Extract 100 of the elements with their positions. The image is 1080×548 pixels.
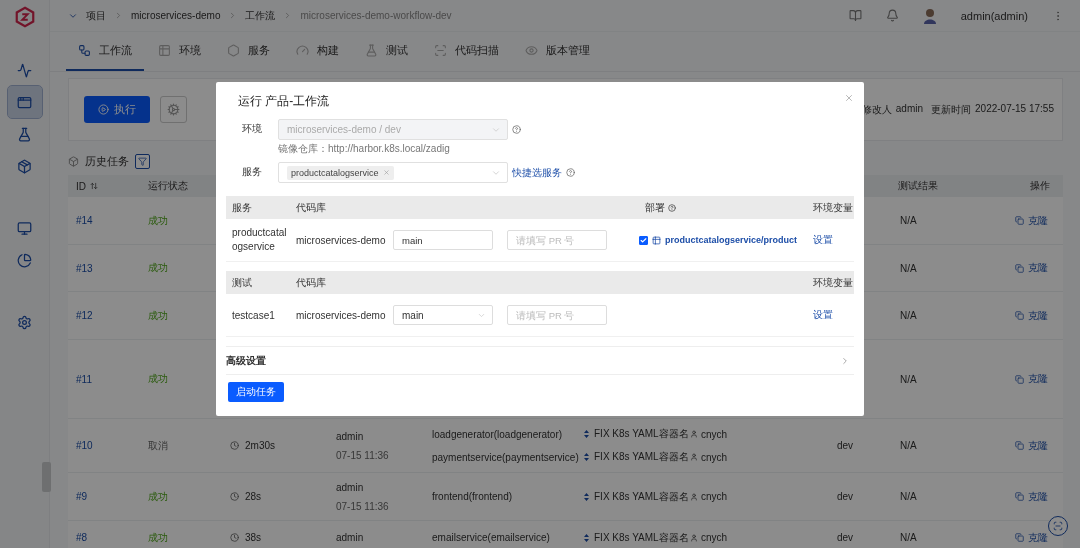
service-text: emailservice(emailservice) bbox=[432, 532, 551, 543]
repo-name: microservices-demo bbox=[295, 234, 387, 246]
user-icon bbox=[690, 453, 698, 461]
copy-icon bbox=[1015, 441, 1024, 450]
breadcrumb-item[interactable]: 工作流 bbox=[245, 8, 276, 23]
help-icon[interactable] bbox=[512, 125, 521, 134]
clone-link[interactable]: 克隆 bbox=[985, 213, 1063, 228]
task-id-link[interactable]: #11 bbox=[68, 373, 140, 385]
copy-icon bbox=[1015, 263, 1024, 273]
status-text: 成功 bbox=[147, 308, 169, 323]
nav-tab[interactable]: 测试 bbox=[353, 32, 420, 71]
created-time: 07-15 11:36 bbox=[336, 449, 390, 461]
help-icon[interactable] bbox=[668, 203, 676, 212]
copy-icon bbox=[1015, 374, 1024, 384]
service-text: loadgenerator(loadgenerator) bbox=[432, 428, 564, 440]
clock-icon bbox=[230, 441, 239, 450]
creator-text: admin bbox=[336, 481, 365, 493]
nav-tab[interactable]: 环境 bbox=[146, 32, 213, 71]
table-icon bbox=[652, 235, 661, 245]
breadcrumb-item: microservices-demo-workflow-dev bbox=[300, 10, 452, 21]
env-vars-link[interactable]: 设置 bbox=[813, 234, 833, 245]
quick-select-link[interactable]: 快捷选服务 bbox=[512, 165, 562, 180]
author-text: cnych bbox=[701, 491, 728, 502]
status-text: 成功 bbox=[147, 213, 169, 228]
task-id-link[interactable]: #8 bbox=[68, 532, 140, 543]
test-result-text: N/A bbox=[899, 215, 918, 226]
service-select[interactable]: productcatalogservice bbox=[278, 162, 508, 183]
test-result-text: N/A bbox=[899, 373, 918, 385]
task-id-link[interactable]: #13 bbox=[68, 262, 140, 274]
service-text: frontend(frontend) bbox=[432, 491, 514, 502]
logo-icon bbox=[13, 6, 36, 28]
deploy-target-link[interactable]: productcatalogservice/product bbox=[665, 235, 798, 245]
clone-link[interactable]: 克隆 bbox=[985, 261, 1063, 275]
book-icon[interactable] bbox=[848, 9, 862, 22]
gear-icon bbox=[17, 314, 32, 330]
breadcrumb-item[interactable]: 项目 bbox=[86, 8, 106, 23]
clone-link[interactable]: 克隆 bbox=[985, 489, 1063, 504]
history-title: 历史任务 bbox=[85, 154, 129, 169]
author-text: cnych bbox=[701, 451, 728, 463]
clone-link[interactable]: 克隆 bbox=[985, 438, 1063, 453]
commit-message: FIX K8s YAML容器名 bbox=[594, 427, 689, 441]
column-header: 测试 bbox=[231, 275, 253, 290]
clone-link[interactable]: 克隆 bbox=[985, 372, 1063, 386]
settings-icon bbox=[167, 103, 180, 116]
run-button[interactable]: 执行 bbox=[84, 96, 150, 123]
column-header[interactable]: ID bbox=[68, 180, 140, 192]
env-vars-link[interactable]: 设置 bbox=[813, 309, 833, 320]
test-result-text: N/A bbox=[899, 491, 918, 502]
sort-icon bbox=[90, 182, 98, 190]
activity-icon bbox=[17, 62, 32, 78]
column-header: 代码库 bbox=[295, 200, 327, 215]
test-result-text: N/A bbox=[899, 532, 918, 543]
dialog-title: 运行 产品-工作流 bbox=[238, 93, 330, 110]
flask-icon bbox=[365, 44, 378, 57]
pie-chart-icon bbox=[17, 252, 32, 268]
task-id-link[interactable]: #12 bbox=[68, 310, 140, 321]
branch-select[interactable]: main bbox=[393, 305, 493, 325]
filter-button[interactable] bbox=[135, 154, 150, 169]
nav-tab[interactable]: 代码扫描 bbox=[422, 32, 511, 71]
bell-icon[interactable] bbox=[885, 9, 899, 22]
task-id-link[interactable]: #14 bbox=[68, 215, 140, 226]
status-text: 成功 bbox=[147, 372, 169, 386]
service-name: productcatalogservice bbox=[231, 226, 288, 254]
user-icon bbox=[690, 533, 698, 542]
duration-text: 28s bbox=[245, 491, 262, 502]
monitor-icon bbox=[17, 220, 32, 236]
chevron-icon bbox=[840, 355, 850, 366]
status-text: 成功 bbox=[147, 261, 169, 275]
commit-icon bbox=[584, 430, 589, 438]
remove-icon[interactable] bbox=[382, 169, 390, 176]
start-task-button[interactable]: 启动任务 bbox=[228, 382, 284, 402]
breadcrumb-item[interactable]: microservices-demo bbox=[131, 10, 221, 21]
branch-input[interactable]: main bbox=[393, 230, 493, 250]
gauge-icon bbox=[296, 44, 309, 57]
filter-icon bbox=[138, 157, 147, 166]
duration-text: 2m30s bbox=[245, 440, 275, 451]
advanced-settings-toggle[interactable]: 高级设置 bbox=[226, 346, 854, 375]
avatar-icon[interactable] bbox=[922, 7, 937, 24]
copy-icon bbox=[1015, 311, 1024, 320]
commit-icon bbox=[584, 533, 589, 542]
collapse-handle[interactable] bbox=[42, 462, 51, 492]
created-time: 07-15 11:36 bbox=[336, 500, 390, 512]
column-header: 代码库 bbox=[295, 275, 327, 290]
user-icon bbox=[690, 430, 698, 438]
nav-tab[interactable]: 工作流 bbox=[66, 32, 144, 71]
sidebar-item[interactable] bbox=[7, 86, 42, 118]
task-id-link[interactable]: #10 bbox=[68, 440, 140, 451]
user-name[interactable]: admin(admin) bbox=[960, 9, 1028, 22]
nav-tab[interactable]: 构建 bbox=[284, 32, 351, 71]
nav-tab[interactable]: 版本管理 bbox=[513, 32, 602, 71]
close-button[interactable] bbox=[844, 93, 854, 103]
clone-link[interactable]: 克隆 bbox=[985, 308, 1063, 323]
hexagon-icon bbox=[227, 44, 240, 57]
updated-label: 更新时间 bbox=[931, 102, 972, 117]
deploy-checkbox[interactable] bbox=[639, 235, 648, 245]
status-text: 取消 bbox=[147, 438, 169, 453]
help-icon[interactable] bbox=[566, 168, 575, 177]
task-id-link[interactable]: #9 bbox=[68, 491, 140, 502]
settings-button[interactable] bbox=[160, 96, 187, 123]
nav-tab[interactable]: 服务 bbox=[215, 32, 282, 71]
